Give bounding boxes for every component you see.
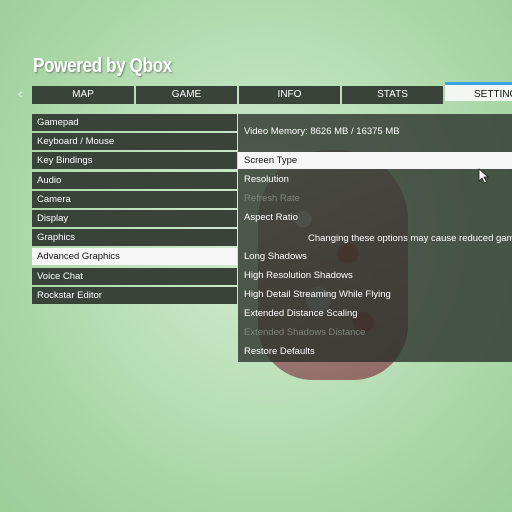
tab-info[interactable]: INFO	[239, 86, 340, 104]
warning-text: Changing these options may cause reduced…	[308, 233, 512, 244]
menu-item-voice-chat[interactable]: Voice Chat	[32, 267, 237, 285]
option-resolution[interactable]: Resolution	[238, 171, 512, 188]
tab-game[interactable]: GAME	[136, 86, 237, 104]
tab-stats[interactable]: STATS	[342, 86, 443, 104]
option-extended-shadows-distance: Extended Shadows Distance	[244, 327, 366, 338]
menu-item-audio[interactable]: Audio	[32, 171, 237, 189]
back-arrow-icon[interactable]: ‹	[18, 86, 22, 101]
advanced-graphics-panel: Video Memory: 8626 MB / 16375 MB Screen …	[238, 114, 512, 362]
tab-bar: MAP GAME INFO STATS SETTINGS	[32, 82, 512, 104]
tab-map[interactable]: MAP	[32, 86, 134, 104]
mouse-cursor-icon	[478, 168, 490, 184]
option-high-detail-streaming[interactable]: High Detail Streaming While Flying	[238, 286, 512, 303]
menu-item-rockstar-editor[interactable]: Rockstar Editor	[32, 286, 237, 304]
menu-item-gamepad[interactable]: Gamepad	[32, 114, 237, 131]
option-extended-distance-scaling[interactable]: Extended Distance Scaling	[238, 305, 512, 322]
video-memory-readout: Video Memory: 8626 MB / 16375 MB	[244, 126, 400, 137]
menu-item-display[interactable]: Display	[32, 209, 237, 227]
option-long-shadows[interactable]: Long Shadows	[238, 248, 512, 265]
tab-settings[interactable]: SETTINGS	[445, 82, 512, 101]
menu-item-keyboard-mouse[interactable]: Keyboard / Mouse	[32, 133, 237, 151]
menu-item-advanced-graphics[interactable]: Advanced Graphics	[32, 248, 237, 266]
settings-menu: Gamepad Keyboard / Mouse Key Bindings Au…	[32, 114, 237, 306]
option-screen-type[interactable]: Screen Type	[238, 152, 512, 169]
menu-item-camera[interactable]: Camera	[32, 190, 237, 208]
menu-item-key-bindings[interactable]: Key Bindings	[32, 152, 237, 170]
option-refresh-rate: Refresh Rate	[244, 193, 300, 204]
page-title: Powered by Qbox	[33, 55, 172, 77]
option-aspect-ratio[interactable]: Aspect Ratio	[238, 209, 512, 226]
menu-item-graphics[interactable]: Graphics	[32, 229, 237, 247]
option-restore-defaults[interactable]: Restore Defaults	[238, 343, 512, 360]
option-high-resolution-shadows[interactable]: High Resolution Shadows	[238, 267, 512, 284]
